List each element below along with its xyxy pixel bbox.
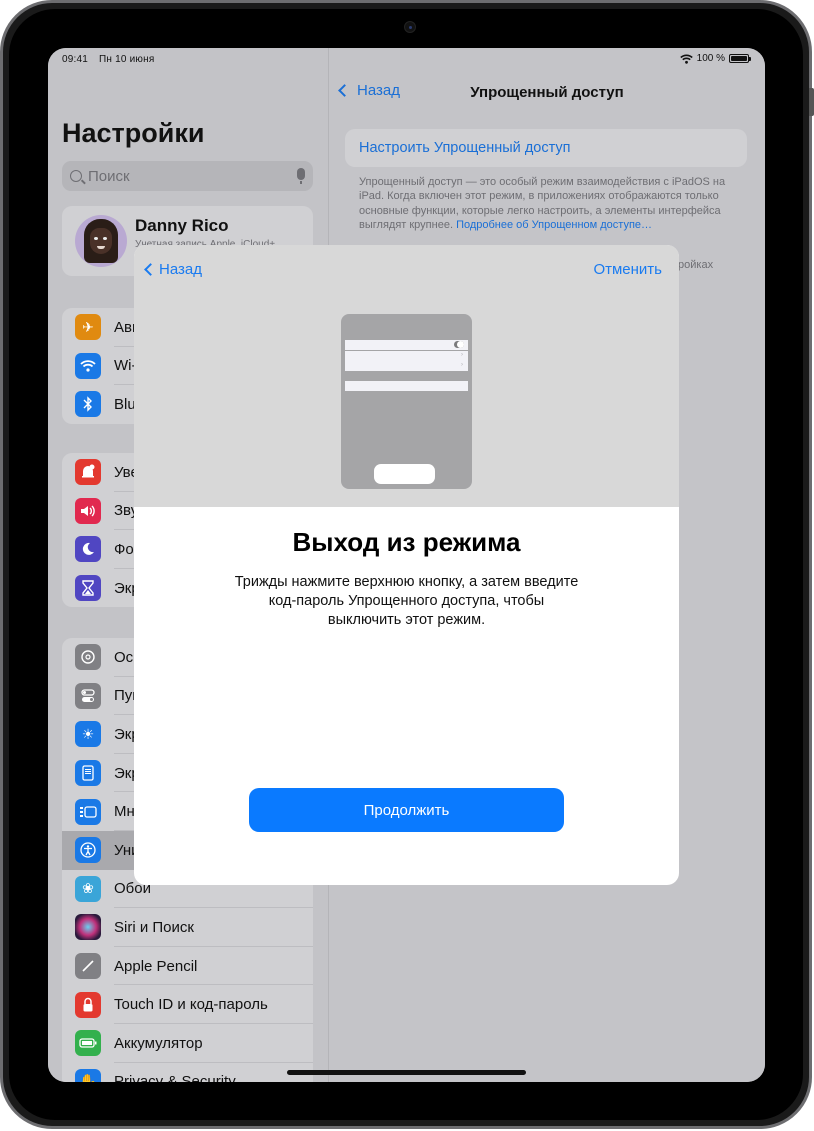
front-camera <box>404 21 416 33</box>
wifi-icon <box>75 352 101 379</box>
gear-icon <box>75 644 101 671</box>
sheet-heading: Выход из режима <box>292 527 521 557</box>
hourglass-icon <box>75 575 101 602</box>
status-date: Пн 10 июня <box>99 54 155 65</box>
profile-name: Danny Rico <box>135 216 229 235</box>
wifi-icon <box>679 54 693 64</box>
hand-icon: ✋ <box>75 1068 101 1082</box>
screen: 09:41 Пн 10 июня Настройки Поиск Danny R… <box>48 48 765 1082</box>
description-text: Упрощенный доступ — это особый режим вза… <box>359 175 744 233</box>
sidebar-item-touch-id[interactable]: Touch ID и код-пароль <box>62 985 313 1024</box>
chevron-right-icon: › <box>461 352 463 358</box>
sidebar-item-label: Privacy & Security <box>114 1073 236 1082</box>
sidebar-item-label: Аккумулятор <box>114 1034 203 1052</box>
exit-mode-sheet: Назад Отменить › › Выход из режима Трижд… <box>134 245 679 885</box>
sidebar-item-battery[interactable]: Аккумулятор <box>62 1024 313 1063</box>
home-screen-icon <box>75 760 101 787</box>
learn-more-link[interactable]: Подробнее об Упрощенном доступе… <box>456 219 652 231</box>
toggles-icon <box>75 682 101 709</box>
search-placeholder: Поиск <box>88 167 130 185</box>
illustration-button <box>374 464 435 484</box>
setup-assistive-access-button[interactable]: Настроить Упрощенный доступ <box>345 129 747 167</box>
bluetooth-icon <box>75 391 101 418</box>
home-indicator[interactable] <box>287 1070 526 1075</box>
status-bar-left: 09:41 Пн 10 июня <box>62 54 162 65</box>
sheet-body-text: Трижды нажмите верхнюю кнопку, а затем в… <box>234 574 579 628</box>
brightness-icon: ☀ <box>75 721 101 748</box>
sidebar-title: Настройки <box>62 118 205 148</box>
status-time: 09:41 <box>62 54 89 65</box>
top-button <box>809 88 814 116</box>
illustration-row: › <box>345 351 468 361</box>
search-icon <box>70 170 82 182</box>
battery-icon <box>75 1030 101 1057</box>
avatar <box>75 215 127 267</box>
continue-button[interactable]: Продолжить <box>249 788 564 832</box>
battery-full-icon <box>729 54 751 63</box>
setup-label: Настроить Упрощенный доступ <box>359 140 571 156</box>
sidebar-item-privacy[interactable]: ✋ Privacy & Security <box>62 1063 313 1082</box>
illustration-row: › <box>345 361 468 371</box>
cancel-button[interactable]: Отменить <box>593 261 662 278</box>
lock-icon <box>75 991 101 1018</box>
illustration-row <box>345 381 468 391</box>
search-field[interactable]: Поиск <box>62 161 313 191</box>
siri-icon <box>75 914 101 941</box>
multitasking-icon <box>75 798 101 825</box>
wallpaper-icon: ❀ <box>75 875 101 902</box>
ipad-illustration: › › <box>341 314 472 489</box>
sidebar-item-apple-pencil[interactable]: Apple Pencil <box>62 947 313 986</box>
airplane-icon: ✈ <box>75 314 101 341</box>
sidebar-item-label: Apple Pencil <box>114 957 198 975</box>
modal-back-button[interactable]: Назад <box>144 261 202 278</box>
toggle-icon <box>454 341 464 348</box>
chevron-right-icon: › <box>461 362 463 368</box>
page-title: Упрощенный доступ <box>470 84 624 101</box>
accessibility-icon <box>75 837 101 864</box>
pencil-icon <box>75 953 101 980</box>
sidebar-item-label: Touch ID и код-пароль <box>114 996 268 1014</box>
microphone-icon[interactable] <box>297 168 305 184</box>
sidebar-item-label: Siri и Поиск <box>114 918 194 936</box>
sound-icon <box>75 497 101 524</box>
modal-back-label: Назад <box>159 261 202 278</box>
battery-percent: 100 % <box>696 53 725 64</box>
chevron-left-icon <box>144 263 157 276</box>
notifications-icon <box>75 459 101 486</box>
illustration-row <box>345 340 468 350</box>
status-bar-right: 100 % <box>679 53 751 64</box>
sidebar-item-siri[interactable]: Siri и Поиск <box>62 908 313 947</box>
illustration-area: Назад Отменить › › <box>134 245 679 507</box>
moon-icon <box>75 536 101 563</box>
partial-footer-text: тройках <box>673 259 714 271</box>
